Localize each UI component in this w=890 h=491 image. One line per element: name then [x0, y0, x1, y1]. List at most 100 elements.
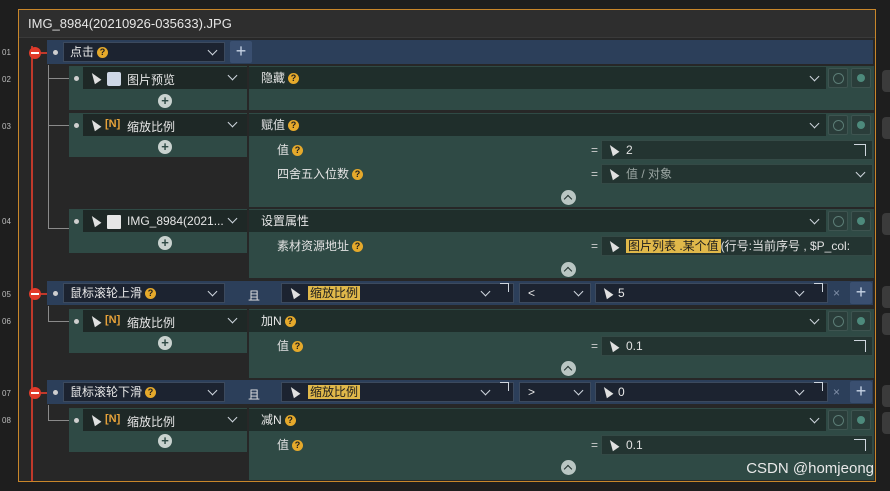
refresh-icon[interactable] [828, 68, 848, 88]
expand-arrow-icon[interactable] [854, 340, 866, 352]
help-icon[interactable]: ? [284, 316, 296, 328]
refresh-icon[interactable] [828, 211, 848, 231]
chevron-down-icon [809, 314, 820, 325]
collapse-icon[interactable] [561, 361, 576, 376]
line-number: 06 [2, 317, 11, 326]
action-target-label: 图片预览 [127, 73, 176, 87]
help-icon[interactable]: ? [352, 241, 364, 253]
image-icon [107, 215, 121, 229]
breakpoint-icon[interactable] [29, 288, 41, 300]
window-title: IMG_8984(20210926-035633).JPG [19, 10, 875, 38]
action-property-select[interactable]: 减N? [249, 409, 826, 431]
condition-operator-select[interactable]: > [519, 382, 591, 402]
edge-tab[interactable] [882, 117, 890, 139]
help-icon[interactable]: ? [292, 145, 304, 157]
add-condition-button[interactable]: + [230, 41, 252, 63]
record-icon[interactable] [851, 68, 871, 88]
action-property-select[interactable]: 设置属性 [249, 210, 826, 232]
event-select[interactable]: 点击? [63, 42, 225, 62]
collapse-icon[interactable] [561, 190, 576, 205]
row-dot [53, 50, 58, 55]
expand-arrow-icon[interactable] [814, 382, 823, 391]
value-input[interactable]: 2 [601, 140, 873, 160]
edge-tab[interactable] [882, 313, 890, 335]
property-label: 赋值 [261, 118, 286, 132]
record-icon[interactable] [851, 211, 871, 231]
event-select[interactable]: 鼠标滚轮下滑? [63, 382, 225, 402]
line-number: 04 [2, 217, 11, 226]
add-condition-button[interactable]: + [850, 282, 872, 304]
tree-guide [48, 78, 69, 79]
refresh-icon[interactable] [828, 115, 848, 135]
value-input[interactable]: 图片列表 .某个值 (行号:当前序号 , $P_col: [601, 236, 873, 256]
add-action-button[interactable]: + [158, 434, 172, 448]
help-icon[interactable]: ? [288, 73, 300, 85]
condition-target-select[interactable]: 缩放比例 [281, 283, 514, 303]
action-property-select[interactable]: 隐藏? [249, 67, 826, 89]
refresh-icon[interactable] [828, 410, 848, 430]
param-label: 值? [277, 434, 304, 456]
add-action-button[interactable]: + [158, 336, 172, 350]
expand-arrow-icon[interactable] [500, 283, 509, 292]
action-property-select[interactable]: 赋值? [249, 114, 826, 136]
condition-operator-select[interactable]: < [519, 283, 591, 303]
help-icon[interactable]: ? [284, 415, 296, 427]
edge-tab[interactable] [882, 70, 890, 92]
expression-highlight: 图片列表 .某个值 [626, 239, 721, 253]
event-label: 点击 [70, 45, 95, 59]
value-input[interactable]: 值 / 对象 [601, 164, 873, 184]
help-icon[interactable]: ? [145, 288, 157, 300]
action-property-select[interactable]: 加N? [249, 310, 826, 332]
param-label: 值? [277, 139, 304, 161]
expand-arrow-icon[interactable] [854, 439, 866, 451]
help-icon[interactable]: ? [288, 120, 300, 132]
pointer-icon [606, 238, 620, 253]
tree-guide [48, 420, 69, 421]
chevron-down-icon [794, 385, 805, 396]
condition-value-input[interactable]: 5 [595, 283, 828, 303]
row-dot [74, 418, 79, 423]
record-icon[interactable] [851, 311, 871, 331]
breakpoint-connector [41, 52, 47, 54]
row-dot [53, 390, 58, 395]
edge-tab[interactable] [882, 286, 890, 308]
help-icon[interactable]: ? [292, 341, 304, 353]
edge-tab[interactable] [882, 385, 890, 407]
add-action-button[interactable]: + [158, 94, 172, 108]
breakpoint-icon[interactable] [29, 387, 41, 399]
property-label: 设置属性 [261, 214, 310, 228]
add-condition-button[interactable]: + [850, 381, 872, 403]
condition-value-input[interactable]: 0 [595, 382, 828, 402]
close-icon[interactable]: × [833, 286, 840, 300]
event-editor-window: IMG_8984(20210926-035633).JPG 点击? + 图片预览… [18, 9, 876, 482]
condition-target-select[interactable]: 缩放比例 [281, 382, 514, 402]
expand-arrow-icon[interactable] [500, 382, 509, 391]
edge-tab[interactable] [882, 213, 890, 235]
chevron-down-icon [480, 385, 491, 396]
chevron-down-icon [809, 214, 820, 225]
help-icon[interactable]: ? [352, 169, 364, 181]
row-dot [74, 319, 79, 324]
breakpoint-icon[interactable] [29, 47, 41, 59]
refresh-icon[interactable] [828, 311, 848, 331]
chevron-down-icon [573, 385, 584, 396]
add-action-button[interactable]: + [158, 140, 172, 154]
tree-guide [48, 306, 49, 321]
add-action-button[interactable]: + [158, 236, 172, 250]
pointer-icon [600, 285, 614, 300]
value-input[interactable]: 0.1 [601, 336, 873, 356]
collapse-icon[interactable] [561, 262, 576, 277]
help-icon[interactable]: ? [145, 387, 157, 399]
help-icon[interactable]: ? [292, 440, 304, 452]
collapse-icon[interactable] [561, 460, 576, 475]
event-select[interactable]: 鼠标滚轮上滑? [63, 283, 225, 303]
record-icon[interactable] [851, 410, 871, 430]
edge-tab[interactable] [882, 412, 890, 434]
expand-arrow-icon[interactable] [854, 144, 866, 156]
help-icon[interactable]: ? [97, 47, 109, 59]
close-icon[interactable]: × [833, 385, 840, 399]
chevron-down-icon [207, 286, 218, 297]
record-icon[interactable] [851, 115, 871, 135]
expand-arrow-icon[interactable] [814, 283, 823, 292]
value-input[interactable]: 0.1 [601, 435, 873, 455]
